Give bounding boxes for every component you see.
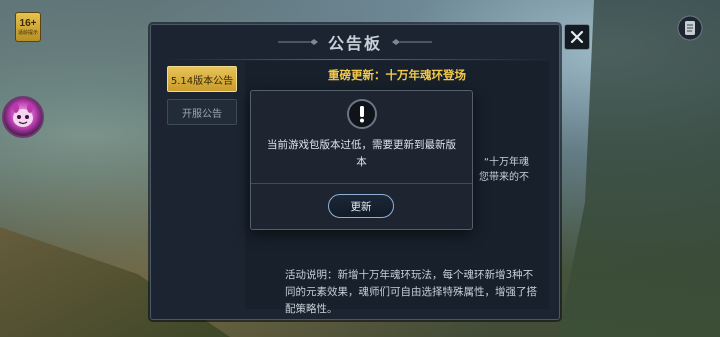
- title-right-ornament-icon: [392, 39, 432, 45]
- update-required-dialog: 当前游戏包版本过低，需要更新到最新版本 更新: [250, 90, 473, 230]
- notice-text-fragment: “十万年魂 您带来的不: [469, 155, 529, 185]
- notice-body-text: 活动说明：新增十万年魂环玩法，每个魂环新增3种不同的元素效果，魂师们可自由选择特…: [285, 269, 537, 315]
- tab-server-launch-notice[interactable]: 开服公告: [167, 99, 237, 125]
- notice-board-title: 公告板: [327, 34, 382, 53]
- close-button[interactable]: [564, 24, 590, 50]
- avatar-face-icon: [13, 103, 33, 127]
- scroll-icon[interactable]: [676, 14, 704, 42]
- age-rating-badge: 16+ 适龄提示: [15, 12, 41, 42]
- scroll-icon-graphic: [677, 15, 703, 41]
- age-rating-number: 16+: [19, 18, 37, 29]
- dialog-divider: [251, 183, 472, 184]
- header-divider: [161, 59, 549, 60]
- exclamation-icon: [347, 99, 377, 129]
- character-avatar-icon[interactable]: [2, 96, 44, 138]
- notice-fragment-line-2: 您带来的不: [479, 172, 529, 183]
- close-icon: [570, 30, 584, 44]
- exclamation-mark-icon: [360, 106, 364, 123]
- notice-board-header: 公告板: [151, 27, 559, 57]
- notice-heading: 重磅更新：十万年魂环登场: [328, 68, 466, 82]
- age-rating-label: 适龄提示: [17, 30, 38, 36]
- tab-version-notice[interactable]: 5.14版本公告: [167, 66, 237, 92]
- update-button[interactable]: 更新: [328, 194, 394, 218]
- dialog-message: 当前游戏包版本过低，需要更新到最新版本: [267, 139, 456, 168]
- notice-fragment-line-1: “十万年魂: [483, 157, 529, 168]
- title-left-ornament-icon: [277, 39, 318, 45]
